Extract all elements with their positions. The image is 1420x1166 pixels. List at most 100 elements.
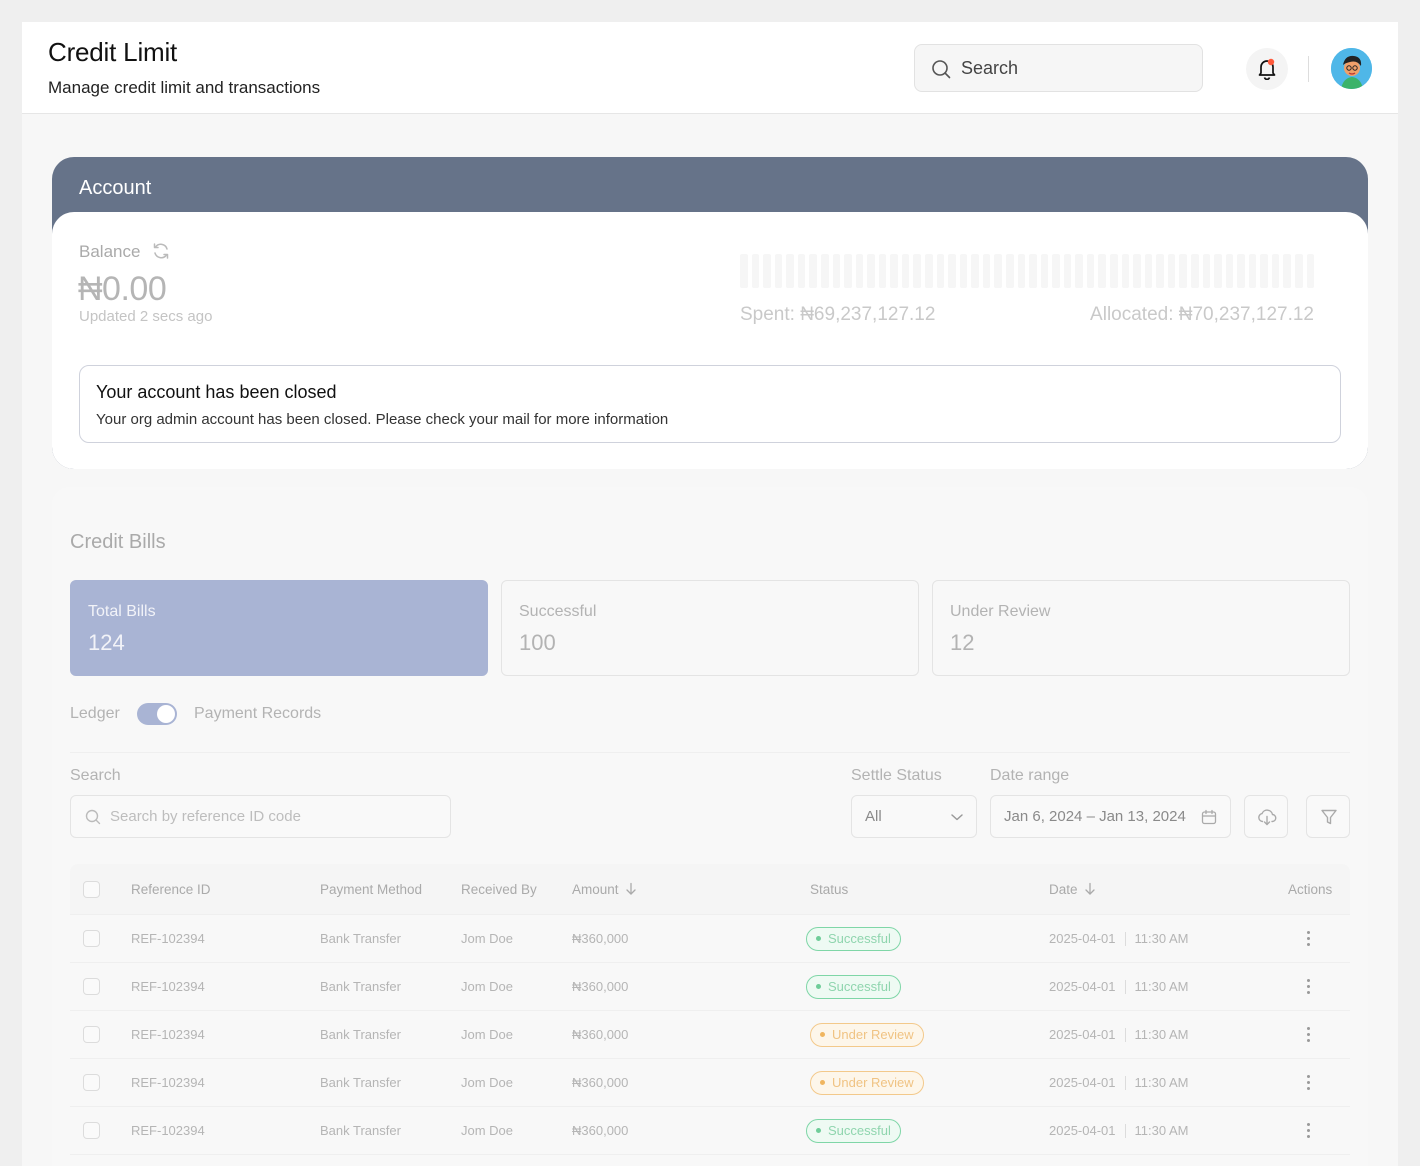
cell-date: 2025-04-01 11:30 AM (1049, 963, 1188, 1010)
cell-amount: ₦360,000 (572, 1027, 629, 1042)
download-cloud-icon (1258, 809, 1277, 826)
table-row[interactable]: REF-102394 Bank Transfer Jom Doe ₦360,000 Su… (70, 1106, 1350, 1154)
cell-amount: ₦360,000 (572, 1123, 629, 1138)
settle-status-select[interactable]: All (851, 795, 977, 838)
search-filter-label: Search (70, 767, 121, 784)
balance-label: Balance (79, 242, 141, 261)
status-dot (820, 1080, 825, 1085)
col-received-by: Received By (461, 881, 537, 897)
table-row[interactable]: REF-102394 Bank Transfer Jom Doe ₦360,000 Un… (70, 1058, 1350, 1106)
table-header: Reference ID Payment Method Received By … (70, 864, 1350, 914)
date-text: 2025-04-01 (1049, 979, 1116, 994)
divider (70, 752, 1350, 753)
cell-reference-id: REF-102394 (131, 979, 205, 994)
col-amount[interactable]: Amount (572, 864, 637, 914)
stat-successful[interactable]: Successful 100 (501, 580, 919, 676)
avatar[interactable] (1331, 48, 1372, 89)
date-separator (1124, 931, 1126, 946)
row-checkbox[interactable] (83, 1155, 100, 1166)
row-actions-button[interactable] (1307, 1011, 1310, 1058)
filter-icon (1321, 809, 1337, 825)
cell-status: Successful (806, 963, 901, 1010)
table-body: REF-102394 Bank Transfer Jom Doe ₦360,000 Su… (70, 914, 1350, 1166)
filter-button[interactable] (1306, 795, 1350, 838)
select-all-checkbox[interactable] (83, 864, 100, 914)
refresh-icon[interactable] (151, 241, 171, 261)
time-text: 11:30 AM (1134, 1123, 1189, 1138)
row-checkbox[interactable] (83, 1011, 100, 1058)
cell-reference-id: REF-102394 (131, 1075, 205, 1090)
time-text: 11:30 AM (1134, 1027, 1189, 1042)
row-checkbox[interactable] (83, 1107, 100, 1154)
bills-table: Reference ID Payment Method Received By … (70, 864, 1350, 1166)
settle-status-value: All (865, 808, 882, 825)
credit-bills-title: Credit Bills (70, 531, 166, 553)
cell-status: Under Review (810, 1155, 924, 1166)
table-row[interactable]: REF-102394 Bank Transfer Jom Doe ₦360,000 Un… (70, 1010, 1350, 1058)
date-text: 2025-04-01 (1049, 1123, 1116, 1138)
cell-amount: ₦360,000 (572, 931, 629, 946)
status-text: Successful (828, 1123, 891, 1138)
kebab-menu-icon (1307, 1027, 1310, 1042)
table-row[interactable]: REF-102394 Bank Transfer Jom Doe ₦360,000 Su… (70, 914, 1350, 962)
page-title: Credit Limit (48, 37, 178, 67)
balance-updated: Updated 2 secs ago (79, 308, 213, 325)
col-date[interactable]: Date (1049, 864, 1096, 914)
search-icon (85, 809, 101, 825)
kebab-menu-icon (1307, 1075, 1310, 1090)
cell-received-by: Jom Doe (461, 931, 514, 946)
stat-under-review[interactable]: Under Review 12 (932, 580, 1350, 676)
cell-payment-method: Bank Transfer (320, 979, 401, 994)
download-button[interactable] (1244, 795, 1288, 838)
cell-payment-method: Bank Transfer (320, 1027, 401, 1042)
cell-amount: ₦360,000 (572, 979, 629, 994)
cell-status: Successful (806, 1107, 901, 1154)
notifications-button[interactable] (1246, 48, 1288, 90)
status-text: Successful (828, 979, 891, 994)
date-range-picker[interactable]: Jan 6, 2024 – Jan 13, 2024 (990, 795, 1231, 838)
row-actions-button[interactable] (1307, 1155, 1310, 1166)
cell-payment-method: Bank Transfer (320, 931, 401, 946)
calendar-icon (1201, 809, 1217, 825)
table-row[interactable]: REF-102394 Bank Transfer Jom Doe ₦360,000 Un… (70, 1154, 1350, 1166)
global-search-input[interactable]: Search (914, 44, 1203, 92)
date-text: 2025-04-01 (1049, 1027, 1116, 1042)
app-frame: Credit Limit Manage credit limit and tra… (22, 22, 1398, 1166)
row-actions-button[interactable] (1307, 915, 1310, 962)
date-range-value: Jan 6, 2024 – Jan 13, 2024 (1004, 808, 1186, 825)
cell-status: Under Review (810, 1059, 924, 1106)
row-checkbox[interactable] (83, 915, 100, 962)
row-actions-button[interactable] (1307, 963, 1310, 1010)
ledger-records-toggle[interactable] (137, 703, 177, 725)
cell-date: 2025-04-01 11:30 AM (1049, 1107, 1188, 1154)
allocated-amount: Allocated: ₦70,237,127.12 (1090, 304, 1314, 325)
col-reference-id: Reference ID (131, 881, 211, 897)
stat-total-bills[interactable]: Total Bills 124 (70, 580, 488, 676)
status-badge: Under Review (810, 1070, 924, 1095)
status-text: Under Review (832, 1075, 914, 1090)
row-actions-button[interactable] (1307, 1059, 1310, 1106)
cell-received-by: Jom Doe (461, 1075, 514, 1090)
alert-title: Your account has been closed (96, 382, 337, 402)
cell-status: Successful (806, 915, 901, 962)
balance-amount: ₦0.00 (78, 270, 167, 308)
cell-amount: ₦360,000 (572, 1155, 628, 1166)
sort-down-icon (1084, 882, 1095, 895)
row-checkbox[interactable] (83, 963, 100, 1010)
cell-received-by: Jom Doe (461, 1027, 514, 1042)
date-separator (1124, 1075, 1126, 1090)
status-text: Under Review (832, 1027, 914, 1042)
date-separator (1124, 1027, 1126, 1042)
table-row[interactable]: REF-102394 Bank Transfer Jom Doe ₦360,000 Su… (70, 962, 1350, 1010)
cell-date: 2025-04-01 11:30 AM (1049, 1059, 1188, 1106)
status-dot (820, 1032, 825, 1037)
spent-amount: Spent: ₦69,237,127.12 (740, 304, 936, 325)
chevron-down-icon (951, 814, 963, 821)
row-actions-button[interactable] (1307, 1107, 1310, 1154)
time-text: 11:30 AM (1134, 979, 1189, 994)
reference-search-input[interactable]: Search by reference ID code (70, 795, 451, 838)
row-checkbox[interactable] (83, 1059, 100, 1106)
kebab-menu-icon (1307, 1123, 1310, 1138)
account-body: Balance ₦0.00 Updated 2 secs ago Spent: … (52, 212, 1368, 469)
page-header: Credit Limit Manage credit limit and tra… (22, 22, 1398, 114)
